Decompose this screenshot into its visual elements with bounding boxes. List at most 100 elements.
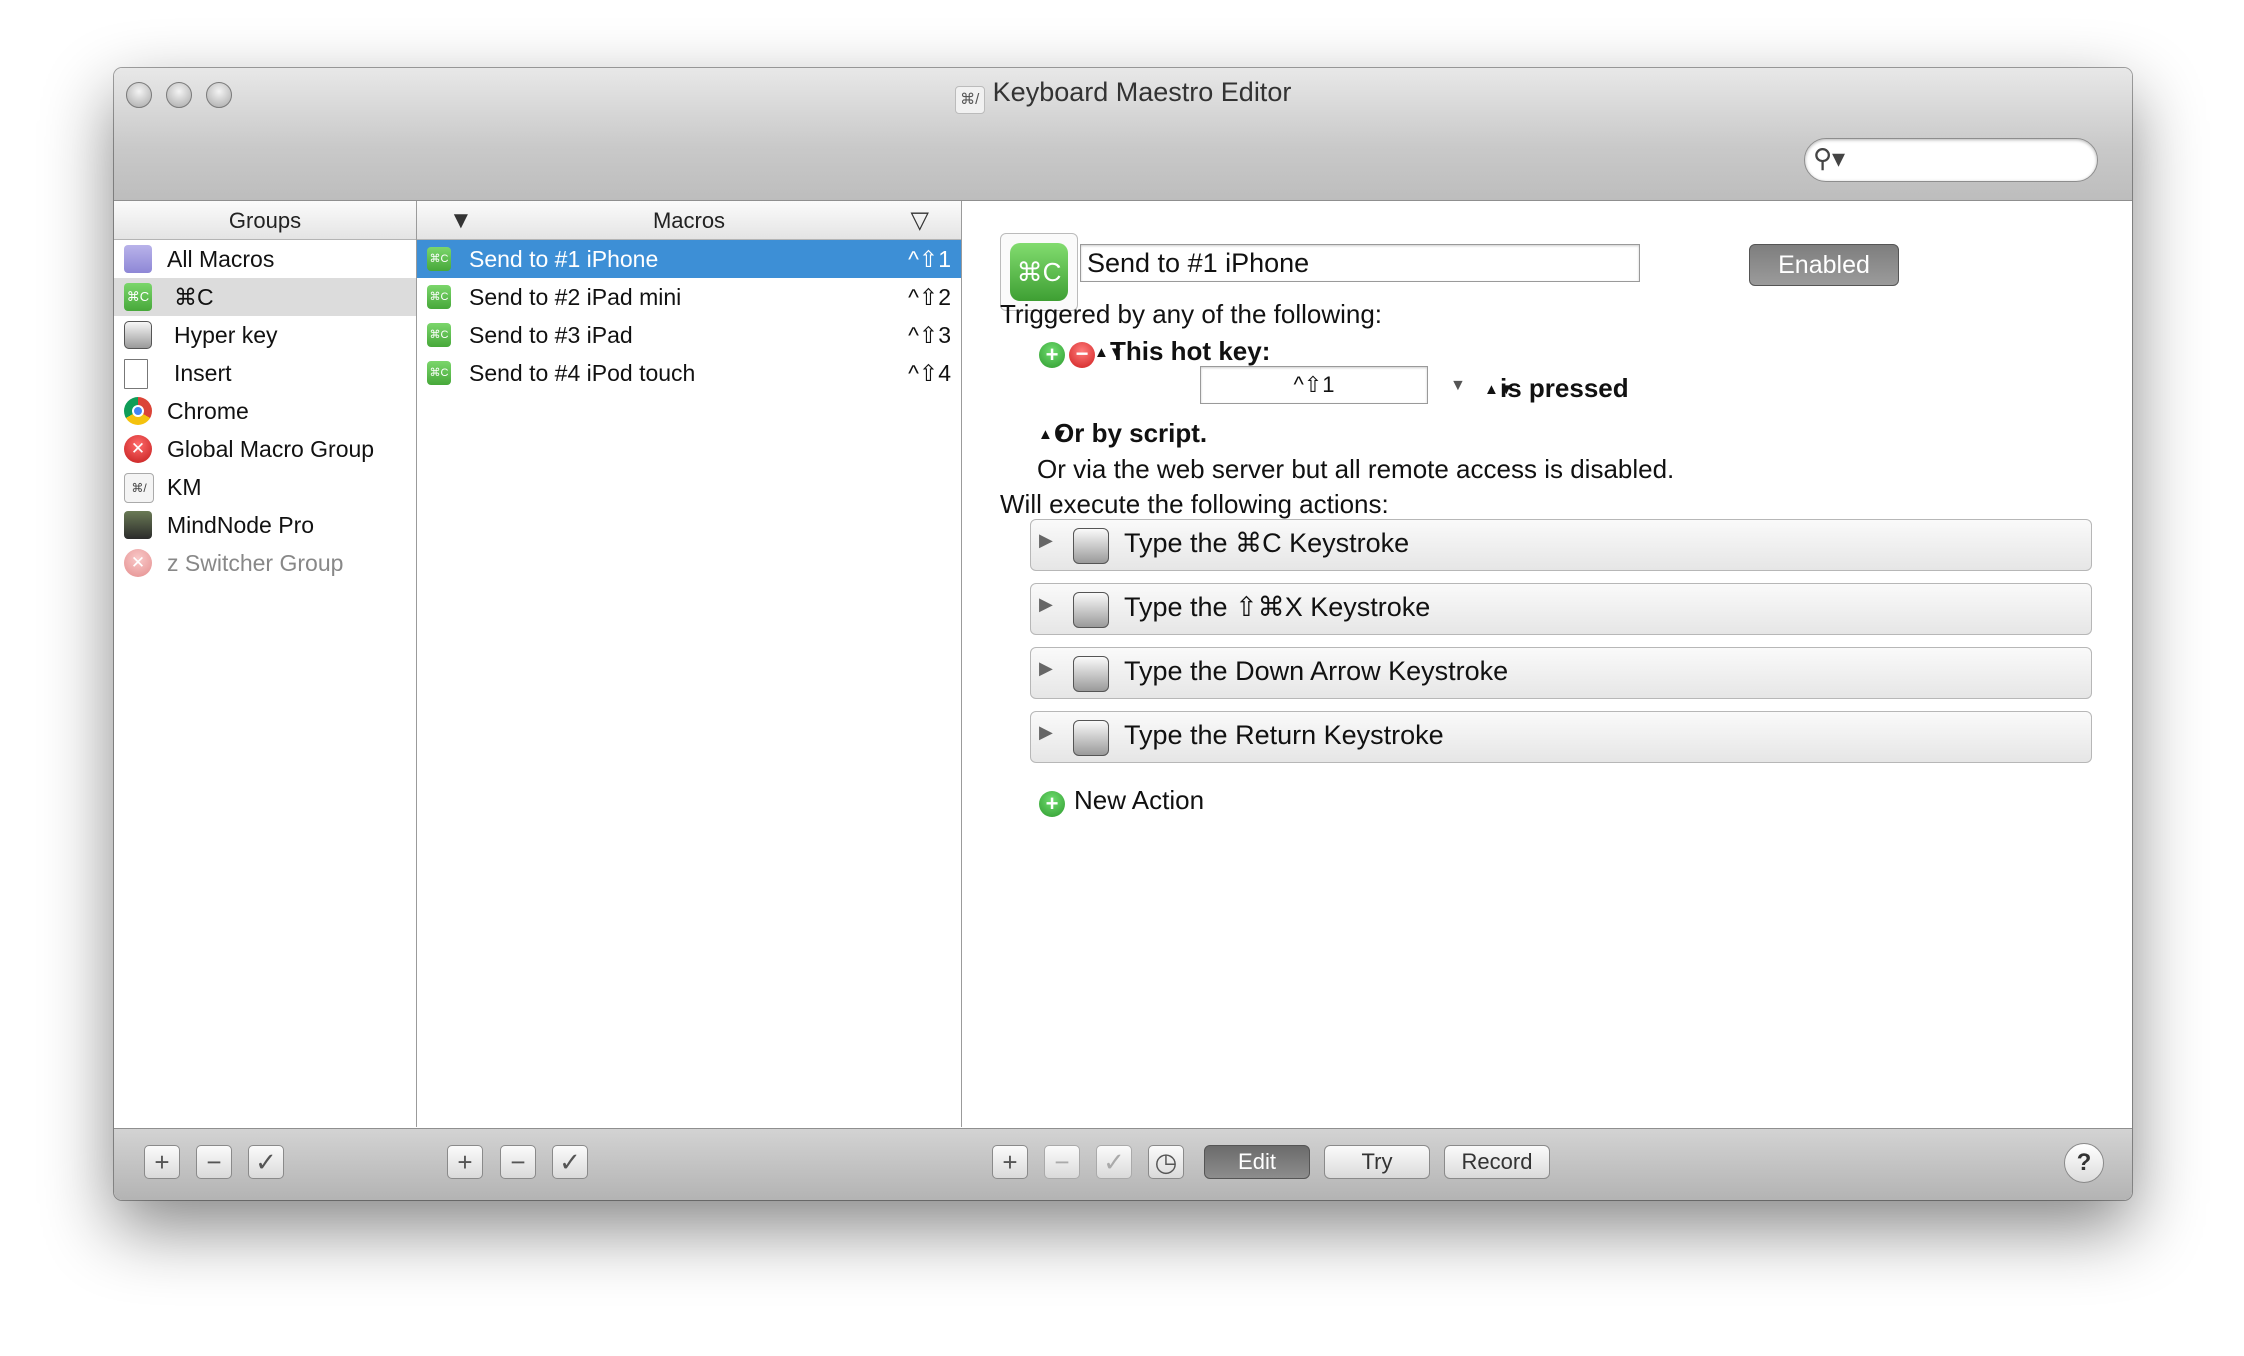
bottom-toolbar: + − ✓ + − ✓ + − ✓ ◷ Edit Try Record ? [114,1128,2132,1200]
group-item-chrome[interactable]: Chrome [114,392,416,430]
group-label: Hyper key [174,322,278,348]
keyboard-maestro-app-icon: ⌘/ [954,86,985,114]
macro-label: Send to #2 iPad mini [469,284,682,310]
remove-group-button[interactable]: − [196,1145,232,1179]
group-label: Insert [174,360,232,386]
group-label: All Macros [167,246,275,272]
group-label: Global Macro Group [167,436,375,462]
search-input[interactable]: ⚲▾ [1804,138,2098,182]
macro-item-send-to-3-ipad[interactable]: ⌘C Send to #3 iPad ^⇧3 [417,316,961,354]
pressed-condition-selector[interactable]: ▲▼is pressed [1484,373,1629,404]
add-action-button[interactable]: + [992,1145,1028,1179]
command-c-icon: ⌘C [124,283,152,311]
remove-action-button[interactable]: − [1044,1145,1080,1179]
macro-editor-pane: ⌘C Send to #1 iPhone Enabled Triggered b… [962,201,2132,1127]
keyboard-maestro-icon: ⌘/ [124,473,154,503]
keystroke-key-icon [1073,592,1109,628]
try-button[interactable]: Try [1324,1145,1430,1179]
macro-item-send-to-4-ipod-touch[interactable]: ⌘C Send to #4 iPod touch ^⇧4 [417,354,961,392]
script-updown-icon[interactable]: ▲▼ [1038,427,1068,442]
enabled-toggle-button[interactable]: Enabled [1749,244,1899,286]
sort-descending-icon[interactable]: ▼ [449,201,473,241]
remove-trigger-icon[interactable]: − [1069,342,1095,368]
action-label: Type the ⇧⌘X Keystroke [1124,592,1431,622]
script-trigger-text: Or by script. [1054,418,1208,448]
group-label: MindNode Pro [167,512,315,538]
keystroke-key-icon [1073,656,1109,692]
action-row[interactable]: ▶ Type the ⇧⌘X Keystroke [1030,583,2092,635]
command-c-icon: ⌘C [427,247,451,271]
action-row[interactable]: ▶ Type the Down Arrow Keystroke [1030,647,2092,699]
script-trigger-label[interactable]: ▲▼Or by script. [1038,418,1207,449]
command-c-icon: ⌘C [1010,243,1068,301]
group-item-hyper-key[interactable]: Hyper key [114,316,416,354]
hotkey-trigger-label[interactable]: ▲▼This hot key: [1094,336,1270,367]
group-item-z-switcher-group[interactable]: ✕ z Switcher Group [114,544,416,582]
action-row[interactable]: ▶ Type the Return Keystroke [1030,711,2092,763]
disabled-x-icon: ✕ [124,549,152,577]
disclosure-triangle-icon[interactable]: ▶ [1039,594,1053,615]
disclosure-triangle-icon[interactable]: ▶ [1039,658,1053,679]
mindnode-icon [124,511,152,539]
triggers-heading: Triggered by any of the following: [1000,299,1383,329]
folder-icon [124,245,152,273]
macro-label: Send to #4 iPod touch [469,360,696,386]
group-item-cmd-c[interactable]: ⌘C ⌘C [114,278,416,316]
action-label: Type the Down Arrow Keystroke [1124,656,1509,686]
add-trigger-icon[interactable]: + [1039,342,1065,368]
title-bar: ⌘/Keyboard Maestro Editor ⚲▾ [114,68,2132,201]
remove-macro-button[interactable]: − [500,1145,536,1179]
keystroke-key-icon [1073,528,1109,564]
groups-header[interactable]: Groups [114,201,416,240]
help-button[interactable]: ? [2064,1143,2104,1183]
edit-button[interactable]: Edit [1204,1145,1310,1179]
enable-action-button[interactable]: ✓ [1096,1145,1132,1179]
macro-hotkey: ^⇧2 [908,284,951,310]
macro-name-field[interactable]: Send to #1 iPhone [1080,244,1640,282]
hotkey-field[interactable]: ^⇧1 [1200,366,1428,404]
filter-triangle-icon[interactable]: ▽ [911,201,929,241]
keyboard-key-icon [124,321,152,349]
group-label: Chrome [167,398,249,424]
macro-hotkey: ^⇧4 [908,360,951,386]
action-row[interactable]: ▶ Type the ⌘C Keystroke [1030,519,2092,571]
window-title-text: Keyboard Maestro Editor [992,77,1292,107]
groups-header-label: Groups [228,208,302,233]
new-action-icon[interactable]: + [1039,791,1065,817]
macros-header[interactable]: ▼ Macros ▽ [417,201,961,240]
window-title: ⌘/Keyboard Maestro Editor [114,77,2132,114]
group-label: ⌘C [174,284,214,310]
condition-updown-icon[interactable]: ▲▼ [1484,382,1514,397]
command-c-icon: ⌘C [427,361,451,385]
enable-group-button[interactable]: ✓ [248,1145,284,1179]
enable-macro-button[interactable]: ✓ [552,1145,588,1179]
group-item-insert[interactable]: Insert [114,354,416,392]
groups-column: Groups All Macros ⌘C ⌘C Hyper key Insert… [114,201,417,1127]
clock-icon[interactable]: ◷ [1148,1145,1184,1179]
record-button[interactable]: Record [1444,1145,1550,1179]
group-item-global-macro-group[interactable]: ✕ Global Macro Group [114,430,416,468]
group-item-mindnode-pro[interactable]: MindNode Pro [114,506,416,544]
hotkey-dropdown-icon[interactable]: ▼ [1450,377,1466,395]
disabled-x-icon: ✕ [124,435,152,463]
editor-window: ⌘/Keyboard Maestro Editor ⚲▾ Groups All … [114,68,2132,1200]
action-label: Type the ⌘C Keystroke [1124,528,1410,558]
add-macro-button[interactable]: + [447,1145,483,1179]
macro-label: Send to #3 iPad [469,322,633,348]
disclosure-triangle-icon[interactable]: ▶ [1039,530,1053,551]
group-item-km[interactable]: ⌘/ KM [114,468,416,506]
command-c-icon: ⌘C [427,285,451,309]
macro-hotkey: ^⇧1 [908,246,951,272]
command-c-icon: ⌘C [427,323,451,347]
macro-item-send-to-1-iphone[interactable]: ⌘C Send to #1 iPhone ^⇧1 [417,240,961,278]
group-item-all-macros[interactable]: All Macros [114,240,416,278]
disclosure-triangle-icon[interactable]: ▶ [1039,722,1053,743]
macro-item-send-to-2-ipad-mini[interactable]: ⌘C Send to #2 iPad mini ^⇧2 [417,278,961,316]
trigger-type-updown-icon[interactable]: ▲▼ [1094,345,1124,360]
new-action-button[interactable]: New Action [1074,785,1204,816]
search-icon[interactable]: ⚲▾ [1813,143,1845,174]
add-group-button[interactable]: + [144,1145,180,1179]
pressed-condition-text: is pressed [1500,373,1629,403]
group-label: KM [167,474,202,500]
action-label: Type the Return Keystroke [1124,720,1444,750]
